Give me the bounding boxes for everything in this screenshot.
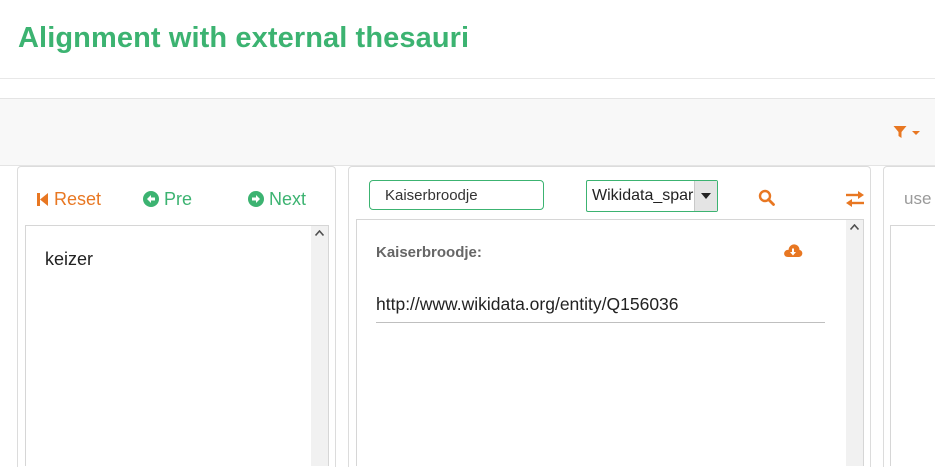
user-input-placeholder[interactable]: use xyxy=(904,189,935,209)
search-icon[interactable] xyxy=(758,189,776,207)
term-list[interactable]: keizer xyxy=(25,225,329,466)
user-list xyxy=(890,225,935,466)
caret-down-icon xyxy=(912,131,920,135)
next-button[interactable]: Next xyxy=(248,188,306,210)
source-select-value: Wikidata_spar xyxy=(592,187,694,204)
filter-icon xyxy=(893,126,907,138)
reset-label: Reset xyxy=(54,188,102,209)
page-header: Alignment with external thesauri xyxy=(0,0,935,79)
scroll-up-arrow-icon[interactable] xyxy=(850,224,859,230)
result-uri-link[interactable]: http://www.wikidata.org/entity/Q156036 xyxy=(376,294,825,323)
scroll-up-arrow-icon[interactable] xyxy=(315,230,324,236)
filter-button[interactable] xyxy=(893,122,925,142)
arrow-circle-left-icon xyxy=(143,191,159,207)
cloud-download-icon[interactable] xyxy=(783,242,803,260)
previous-label: Pre xyxy=(164,188,193,209)
toolbar xyxy=(0,98,935,166)
arrow-circle-right-icon xyxy=(248,191,264,207)
list-item[interactable]: keizer xyxy=(45,249,93,270)
previous-button[interactable]: Pre xyxy=(143,188,192,210)
result-term-label: Kaiserbroodje: xyxy=(376,244,482,261)
scrollbar[interactable] xyxy=(311,226,328,466)
select-arrow[interactable] xyxy=(694,181,717,211)
term-search-input[interactable] xyxy=(369,180,544,210)
caret-down-icon xyxy=(701,193,711,199)
source-select[interactable]: Wikidata_spar xyxy=(586,180,718,212)
page-title: Alignment with external thesauri xyxy=(18,22,470,54)
next-label: Next xyxy=(269,188,307,209)
alignment-results: Kaiserbroodje: http://www.wikidata.org/e… xyxy=(356,219,864,466)
exchange-icon[interactable] xyxy=(845,190,865,208)
step-backward-icon xyxy=(37,192,48,206)
reset-button[interactable]: Reset xyxy=(37,188,101,210)
scrollbar[interactable] xyxy=(846,220,863,466)
